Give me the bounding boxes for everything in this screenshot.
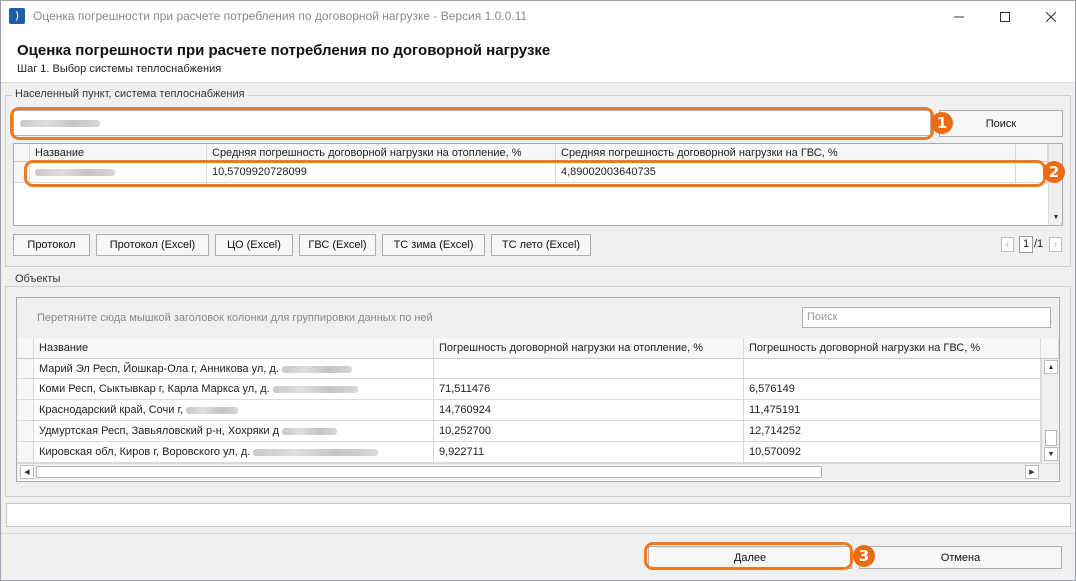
status-field	[6, 503, 1071, 527]
scroll-left-icon[interactable]: ◀	[20, 465, 34, 479]
window-title: Оценка погрешности при расчете потреблен…	[33, 9, 528, 23]
callout-highlight-2	[24, 160, 1046, 187]
callout-highlight-3	[644, 542, 853, 570]
row-name-text: Коми Респ, Сыктывкар г, Карла Маркса ул,…	[39, 383, 270, 395]
table-row-heating[interactable]: 71,511476	[434, 379, 744, 400]
table-row-name[interactable]: Марий Эл Респ, Йошкар-Ола г, Анникова ул…	[34, 359, 434, 379]
row-indicator[interactable]	[17, 442, 34, 463]
scroll-thumb[interactable]	[1045, 430, 1057, 446]
table-row-gvs[interactable]: 6,576149	[744, 379, 1041, 400]
ts-summer-excel-button[interactable]: ТС лето (Excel)	[491, 234, 591, 256]
table-row-gvs[interactable]: 12,714252	[744, 421, 1041, 442]
page-number-input[interactable]: 1	[1019, 236, 1033, 253]
wizard-header: Оценка погрешности при расчете потреблен…	[1, 31, 1075, 83]
next-page-button[interactable]: ›	[1049, 237, 1062, 252]
horizontal-scroll-thumb[interactable]	[36, 466, 822, 478]
objects-table: Название Погрешность договорной нагрузки…	[16, 338, 1060, 482]
close-icon	[1046, 11, 1056, 22]
table-row-heating[interactable]: 9,922711	[434, 442, 744, 463]
group-by-panel: Перетяните сюда мышкой заголовок колонки…	[16, 297, 1060, 340]
row-indicator[interactable]	[17, 359, 34, 379]
settlement-search-button[interactable]: Поиск	[939, 110, 1063, 137]
protocol-button[interactable]: Протокол	[13, 234, 90, 256]
settlement-scrollbar[interactable]: ▼	[1048, 144, 1062, 225]
row-name-text: Краснодарский край, Сочи г,	[39, 404, 184, 416]
objects-vertical-scrollbar[interactable]: ▲ ▼	[1041, 359, 1059, 463]
row-indicator[interactable]	[17, 421, 34, 442]
table-row-heating[interactable]: 14,760924	[434, 400, 744, 421]
scroll-down-icon[interactable]: ▼	[1049, 210, 1062, 224]
group-by-hint: Перетяните сюда мышкой заголовок колонки…	[37, 312, 433, 324]
objects-legend: Объекты	[12, 273, 64, 285]
page-total-label: /1	[1034, 238, 1044, 250]
row-name-text: Кировская обл, Киров г, Воровского ул, д…	[39, 446, 251, 458]
row-indicator-header	[14, 144, 30, 162]
objects-search-input[interactable]: Поиск	[802, 307, 1051, 328]
cancel-button[interactable]: Отмена	[859, 546, 1062, 569]
column-header-heating[interactable]: Погрешность договорной нагрузки на отопл…	[434, 338, 744, 359]
row-indicator[interactable]	[17, 379, 34, 400]
maximize-icon	[1000, 11, 1010, 22]
callout-highlight-1	[10, 107, 934, 140]
table-row-heating[interactable]: 10,252700	[434, 421, 744, 442]
redacted-text	[281, 365, 352, 373]
objects-search-placeholder: Поиск	[807, 311, 838, 323]
title-bar: ) Оценка погрешности при расчете потребл…	[1, 1, 1075, 31]
minimize-button[interactable]	[936, 2, 982, 31]
protocol-excel-button[interactable]: Протокол (Excel)	[96, 234, 209, 256]
prev-page-button[interactable]: ‹	[1001, 237, 1014, 252]
app-logo-icon: )	[9, 8, 25, 24]
co-excel-button[interactable]: ЦО (Excel)	[215, 234, 293, 256]
table-row-name[interactable]: Коми Респ, Сыктывкар г, Карла Маркса ул,…	[34, 379, 434, 400]
table-row-name[interactable]: Удмуртская Респ, Завьяловский р-н, Хохря…	[34, 421, 434, 442]
callout-badge-2: 2	[1043, 161, 1065, 183]
table-row-heating[interactable]	[434, 359, 744, 379]
callout-badge-3: 3	[853, 545, 875, 567]
redacted-text	[282, 427, 338, 435]
row-indicator-header	[17, 338, 34, 359]
redacted-text	[253, 448, 379, 456]
close-button[interactable]	[1028, 2, 1074, 31]
step-label: Шаг 1. Выбор системы теплоснабжения	[17, 63, 222, 75]
gvs-excel-button[interactable]: ГВС (Excel)	[299, 234, 376, 256]
page-title: Оценка погрешности при расчете потреблен…	[17, 42, 551, 59]
table-row-gvs[interactable]: 11,475191	[744, 400, 1041, 421]
row-indicator[interactable]	[17, 400, 34, 421]
table-row-gvs[interactable]	[744, 359, 1041, 379]
settlement-legend: Населенный пункт, система теплоснабжения	[12, 88, 248, 100]
objects-horizontal-scrollbar[interactable]: ◀ ▶	[17, 463, 1059, 480]
column-header-gvs[interactable]: Погрешность договорной нагрузки на ГВС, …	[744, 338, 1041, 359]
column-header-spacer	[1041, 338, 1059, 359]
table-row-name[interactable]: Кировская обл, Киров г, Воровского ул, д…	[34, 442, 434, 463]
scroll-right-icon[interactable]: ▶	[1025, 465, 1039, 479]
table-row-gvs[interactable]: 10,570092	[744, 442, 1041, 463]
column-header-name[interactable]: Название	[34, 338, 434, 359]
row-name-text: Марий Эл Респ, Йошкар-Ола г, Анникова ул…	[39, 363, 279, 375]
table-row-name[interactable]: Краснодарский край, Сочи г,	[34, 400, 434, 421]
scroll-down-icon[interactable]: ▼	[1044, 447, 1058, 461]
row-name-text: Удмуртская Респ, Завьяловский р-н, Хохря…	[39, 425, 280, 437]
minimize-icon	[954, 16, 964, 17]
ts-winter-excel-button[interactable]: ТС зима (Excel)	[382, 234, 485, 256]
redacted-text	[186, 406, 239, 414]
callout-badge-1: 1	[931, 112, 953, 134]
maximize-button[interactable]	[982, 2, 1028, 31]
scroll-up-icon[interactable]: ▲	[1044, 360, 1058, 374]
redacted-text	[272, 385, 358, 393]
